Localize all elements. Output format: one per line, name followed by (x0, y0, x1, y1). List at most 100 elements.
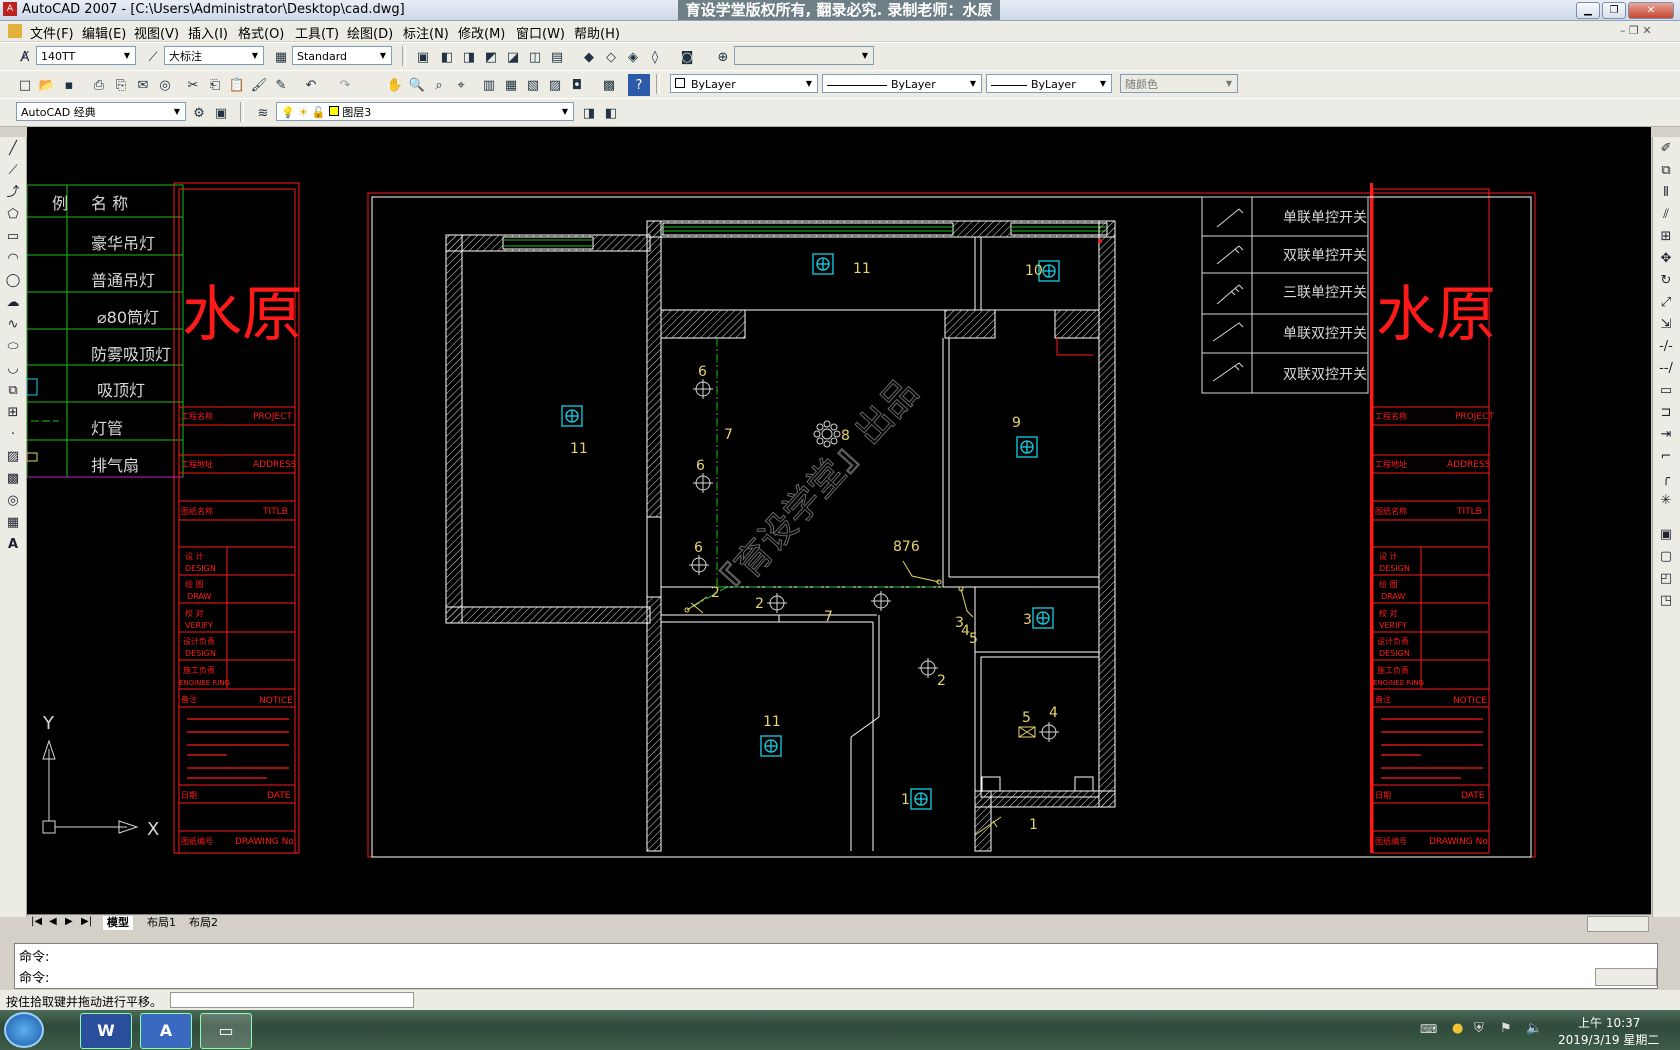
tray-app-icon[interactable]: ● (1452, 1021, 1463, 1036)
rectangle-icon[interactable]: ▭ (2, 227, 24, 247)
menu-draw[interactable]: 绘图(D) (347, 23, 393, 42)
region-icon[interactable]: ◎ (2, 491, 24, 511)
draw-order-back-icon[interactable]: ▢ (1655, 547, 1677, 567)
keyboard-icon[interactable]: ⌨ (1420, 1022, 1437, 1036)
pan-icon[interactable]: ✋ (384, 74, 406, 96)
menu-edit[interactable]: 编辑(E) (82, 23, 126, 42)
menu-window[interactable]: 窗口(W) (516, 23, 565, 42)
named-views-icon[interactable]: ▣ (412, 46, 434, 68)
menu-insert[interactable]: 插入(I) (188, 23, 228, 42)
start-button[interactable] (4, 1012, 44, 1048)
tab-layout2[interactable]: 布局2 (185, 916, 222, 930)
layer-select[interactable]: 💡 ☀ 🔓 图层3 ▼ (276, 102, 574, 121)
horizontal-scrollbar[interactable] (1587, 916, 1649, 932)
word-taskbar-icon[interactable]: W (80, 1013, 132, 1049)
ucs-select[interactable]: ▼ (734, 46, 874, 65)
sw-iso-icon[interactable]: ◆ (578, 46, 600, 68)
dim-style-icon[interactable]: ⟋ (142, 46, 164, 68)
mirror-icon[interactable]: ⫴ (1655, 183, 1677, 203)
spline-icon[interactable]: ∿ (2, 315, 24, 335)
explorer-taskbar-icon[interactable]: ▭ (200, 1013, 252, 1049)
help-icon[interactable]: ? (628, 74, 650, 96)
scale-icon[interactable]: ⤢ (1655, 293, 1677, 313)
plotstyle-select[interactable]: 随颜色 ▼ (1120, 74, 1238, 93)
undo-icon[interactable]: ↶ (300, 74, 322, 96)
break-icon[interactable]: ⊐ (1655, 403, 1677, 423)
arc-icon[interactable]: ◠ (2, 249, 24, 269)
linetype-select[interactable]: ByLayer ▼ (822, 74, 982, 93)
camera-icon[interactable]: ◙ (676, 46, 698, 68)
ellipse-icon[interactable]: ⬭ (2, 337, 24, 357)
make-current-layer-icon[interactable]: ◨ (578, 102, 600, 124)
workspace-save-icon[interactable]: ▣ (210, 102, 232, 124)
draw-order-front-icon[interactable]: ▣ (1655, 525, 1677, 545)
command-window[interactable]: 命令: 命令: (14, 943, 1658, 989)
doc-window-controls[interactable]: – ❐ ✕ (1620, 24, 1652, 37)
array-icon[interactable]: ⊞ (1655, 227, 1677, 247)
tab-nav-next-icon[interactable]: ▶ (65, 916, 73, 927)
document-icon[interactable] (8, 24, 22, 38)
table-style-icon[interactable]: ▦ (270, 46, 292, 68)
polyline-icon[interactable]: ⤴ (2, 183, 24, 203)
draw-order-above-icon[interactable]: ◰ (1655, 569, 1677, 589)
publish-icon[interactable]: ✉ (132, 74, 154, 96)
tab-nav-first-icon[interactable]: |◀ (31, 916, 42, 927)
text-style-icon[interactable]: A̸ (14, 46, 36, 68)
ne-iso-icon[interactable]: ◈ (622, 46, 644, 68)
stretch-icon[interactable]: ⇲ (1655, 315, 1677, 335)
autocad-taskbar-icon[interactable]: A (140, 1013, 192, 1049)
menu-format[interactable]: 格式(O) (238, 23, 284, 42)
point-icon[interactable]: · (2, 425, 24, 445)
right-view-icon[interactable]: ◪ (502, 46, 524, 68)
insert-block-icon[interactable]: ⧉ (2, 381, 24, 401)
back-view-icon[interactable]: ▤ (546, 46, 568, 68)
menu-file[interactable]: 文件(F) (30, 23, 74, 42)
open-file-icon[interactable]: 📂 (36, 74, 58, 96)
make-block-icon[interactable]: ⊞ (2, 403, 24, 423)
bottom-view-icon[interactable]: ◨ (458, 46, 480, 68)
plot-preview-icon[interactable]: ⎘ (110, 74, 132, 96)
rotate-icon[interactable]: ↻ (1655, 271, 1677, 291)
design-center-icon[interactable]: ▦ (500, 74, 522, 96)
workspace-settings-icon[interactable]: ⚙ (188, 102, 210, 124)
zoom-window-icon[interactable]: ⌕ (428, 74, 450, 96)
clock-date[interactable]: 2019/3/19 星期二 (1558, 1031, 1659, 1048)
polygon-icon[interactable]: ⬠ (2, 205, 24, 225)
drawing-canvas[interactable]: 例 名 称 豪华吊灯 普通吊灯 ⌀80筒灯 防雾吸顶灯 吸顶灯 灯管 排气扇 水… (27, 127, 1651, 914)
properties-icon[interactable]: ▥ (478, 74, 500, 96)
move-icon[interactable]: ✥ (1655, 249, 1677, 269)
menu-view[interactable]: 视图(V) (134, 23, 179, 42)
dim-style-select[interactable]: 大标注 ▼ (164, 46, 264, 65)
command-scrollbar[interactable] (1595, 968, 1657, 986)
multiline-text-icon[interactable]: A (2, 535, 24, 555)
circle-icon[interactable]: ◯ (2, 271, 24, 291)
join-icon[interactable]: ⇥ (1655, 425, 1677, 445)
construction-line-icon[interactable]: ⟋ (2, 161, 24, 181)
zoom-realtime-icon[interactable]: 🔍 (406, 74, 428, 96)
erase-icon[interactable]: ✐ (1655, 139, 1677, 159)
close-button[interactable]: ✕ (1628, 2, 1674, 19)
ellipse-arc-icon[interactable]: ◡ (2, 359, 24, 379)
plot-icon[interactable]: ⎙ (88, 74, 110, 96)
extend-icon[interactable]: --/ (1655, 359, 1677, 379)
minimize-button[interactable]: ▁ (1576, 2, 1600, 19)
maximize-button[interactable]: ❐ (1602, 2, 1626, 19)
flag-icon[interactable]: ⚑ (1500, 1021, 1512, 1036)
save-icon[interactable]: ▪ (58, 74, 80, 96)
block-editor-icon[interactable]: ✎ (270, 74, 292, 96)
autocad-logo-icon[interactable]: A (3, 2, 17, 16)
revision-cloud-icon[interactable]: ☁ (2, 293, 24, 313)
tab-model[interactable]: 模型 (103, 916, 133, 930)
break-at-point-icon[interactable]: ▭ (1655, 381, 1677, 401)
match-properties-icon[interactable]: 🖌 (248, 74, 270, 96)
3d-dwf-icon[interactable]: ◎ (154, 74, 176, 96)
fillet-icon[interactable]: ╭ (1655, 469, 1677, 489)
front-view-icon[interactable]: ◫ (524, 46, 546, 68)
color-select[interactable]: ByLayer ▼ (670, 74, 818, 93)
copy-icon[interactable]: ⎗ (204, 74, 226, 96)
shield-icon[interactable]: ⛨ (1474, 1021, 1484, 1036)
draw-order-below-icon[interactable]: ◳ (1655, 591, 1677, 611)
offset-icon[interactable]: ⫽ (1655, 205, 1677, 225)
calculator-icon[interactable]: ▩ (598, 74, 620, 96)
tool-palettes-icon[interactable]: ▧ (522, 74, 544, 96)
